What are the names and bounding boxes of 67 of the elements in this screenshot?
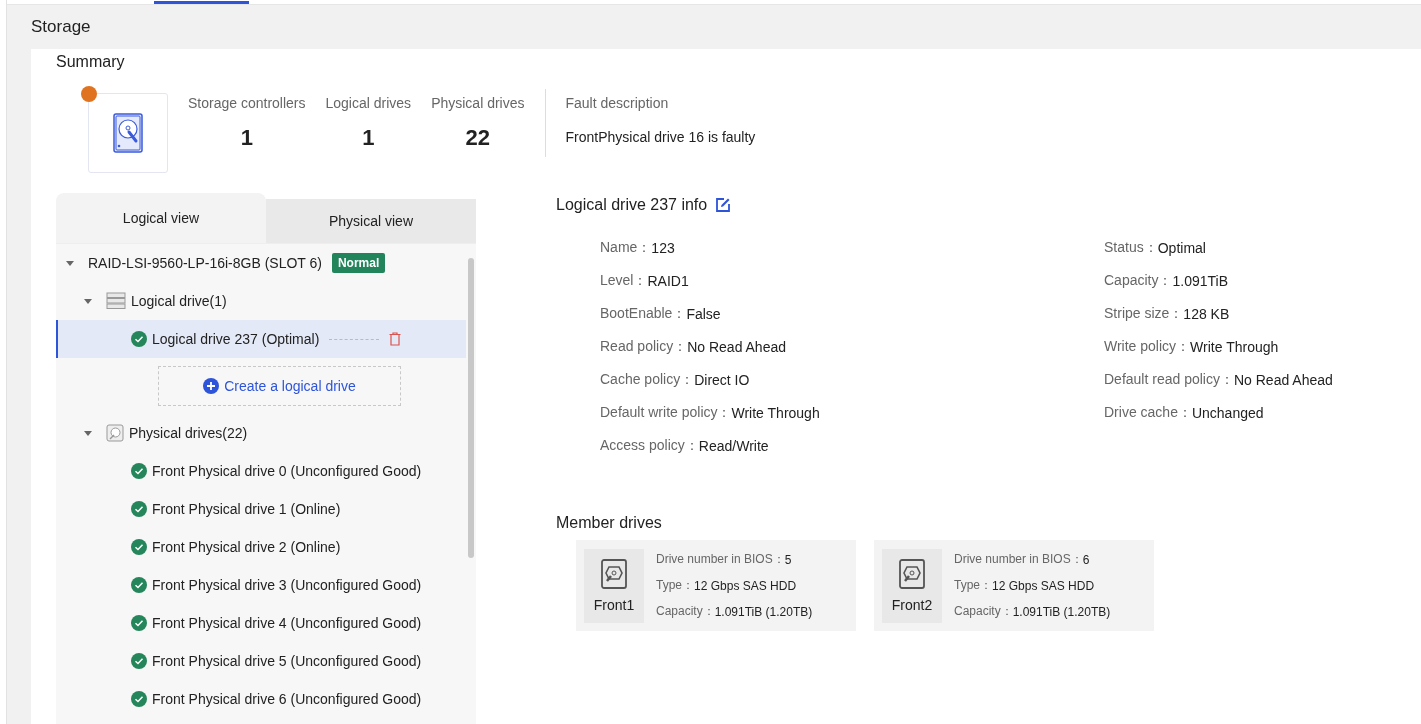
tree-item[interactable]: Front Physical drive 3 (Unconfigured Good) xyxy=(56,566,466,604)
field-value: No Read Ahead xyxy=(1233,371,1333,388)
field-label: Capacity： xyxy=(954,603,1013,620)
stat-label: Storage controllers xyxy=(188,95,306,111)
field-value: 128 KB xyxy=(1183,305,1230,322)
tree-item[interactable]: Front Physical drive 0 (Unconfigured Good) xyxy=(56,452,466,490)
field-label: Drive cache： xyxy=(1104,403,1192,422)
field-label: Type： xyxy=(656,577,694,594)
field-label: BootEnable： xyxy=(600,304,687,323)
section-title: Member drives xyxy=(556,514,663,532)
view-tab[interactable]: Physical view xyxy=(266,199,476,243)
field-value: 5 xyxy=(784,552,792,567)
field-value: 123 xyxy=(651,239,675,256)
field-value: RAID1 xyxy=(647,272,689,289)
field-value: Write Through xyxy=(731,404,820,421)
field-value: 1.091TiB (1.20TB) xyxy=(714,604,813,619)
stat-label: Physical drives xyxy=(431,95,525,111)
field-value: Unchanged xyxy=(1191,404,1264,421)
field-label: Drive number in BIOS： xyxy=(656,551,785,568)
create-logical-drive-button[interactable]: Create a logical drive xyxy=(158,366,401,406)
field-value: 12 Gbps SAS HDD xyxy=(694,578,797,593)
fault-label: Fault description xyxy=(565,95,670,111)
stat-value: 1 xyxy=(239,125,254,151)
field-label: Type： xyxy=(954,577,992,594)
fault-text: FrontPhysical drive 16 is faulty xyxy=(565,129,756,145)
controller-label[interactable]: RAID-LSI-9560-LP-16i-8GB (SLOT 6) xyxy=(88,255,322,271)
field-value: 1.091TiB xyxy=(1172,272,1228,289)
info-title: Logical drive 237 info xyxy=(556,196,708,214)
field-label: Default write policy： xyxy=(600,403,732,422)
field-label: Access policy： xyxy=(600,436,699,455)
group-label[interactable]: Physical drives(22) xyxy=(129,425,248,441)
view-tab[interactable]: Logical view xyxy=(56,193,266,243)
field-label: Read policy： xyxy=(600,337,688,356)
stat-label: Logical drives xyxy=(325,95,412,111)
field-value: Optimal xyxy=(1157,239,1206,256)
field-value: 1.091TiB (1.20TB) xyxy=(1012,604,1111,619)
field-label: Stripe size： xyxy=(1104,304,1184,323)
tree-item[interactable]: Logical drive 237 (Optimal) xyxy=(56,320,466,358)
drive-name: Front1 xyxy=(593,596,635,613)
field-label: Status： xyxy=(1104,238,1158,257)
field-value: 12 Gbps SAS HDD xyxy=(992,578,1095,593)
group-label[interactable]: Logical drive(1) xyxy=(131,293,227,309)
drive-name: Front2 xyxy=(891,596,933,613)
field-label: Capacity： xyxy=(1104,271,1173,290)
stat-value: 22 xyxy=(464,125,492,151)
tree-item[interactable]: Front Physical drive 6 (Unconfigured Good) xyxy=(56,680,466,718)
tree-item[interactable]: Front Physical drive 2 (Online) xyxy=(56,528,466,566)
field-value: Direct IO xyxy=(694,371,750,388)
section-title: Summary xyxy=(56,53,126,71)
field-value: False xyxy=(686,305,721,322)
field-value: No Read Ahead xyxy=(687,338,786,355)
tree-item[interactable]: Front Physical drive 5 (Unconfigured Good) xyxy=(56,642,466,680)
field-label: Drive number in BIOS： xyxy=(954,551,1083,568)
field-label: Capacity： xyxy=(656,603,715,620)
field-value: 6 xyxy=(1082,552,1090,567)
page-title: Storage xyxy=(31,16,92,38)
field-label: Cache policy： xyxy=(600,370,695,389)
field-value: Read/Write xyxy=(698,437,769,454)
status-badge: Normal xyxy=(331,253,386,273)
field-label: Name： xyxy=(600,238,652,257)
field-label: Level： xyxy=(600,271,648,290)
field-label: Write policy： xyxy=(1104,337,1191,356)
stat-value: 1 xyxy=(361,125,376,151)
tree-item[interactable]: Front Physical drive 4 (Unconfigured Good) xyxy=(56,604,466,642)
field-label: Default read policy： xyxy=(1104,370,1234,389)
tree-item[interactable]: Front Physical drive 1 (Online) xyxy=(56,490,466,528)
field-value: Write Through xyxy=(1190,338,1279,355)
